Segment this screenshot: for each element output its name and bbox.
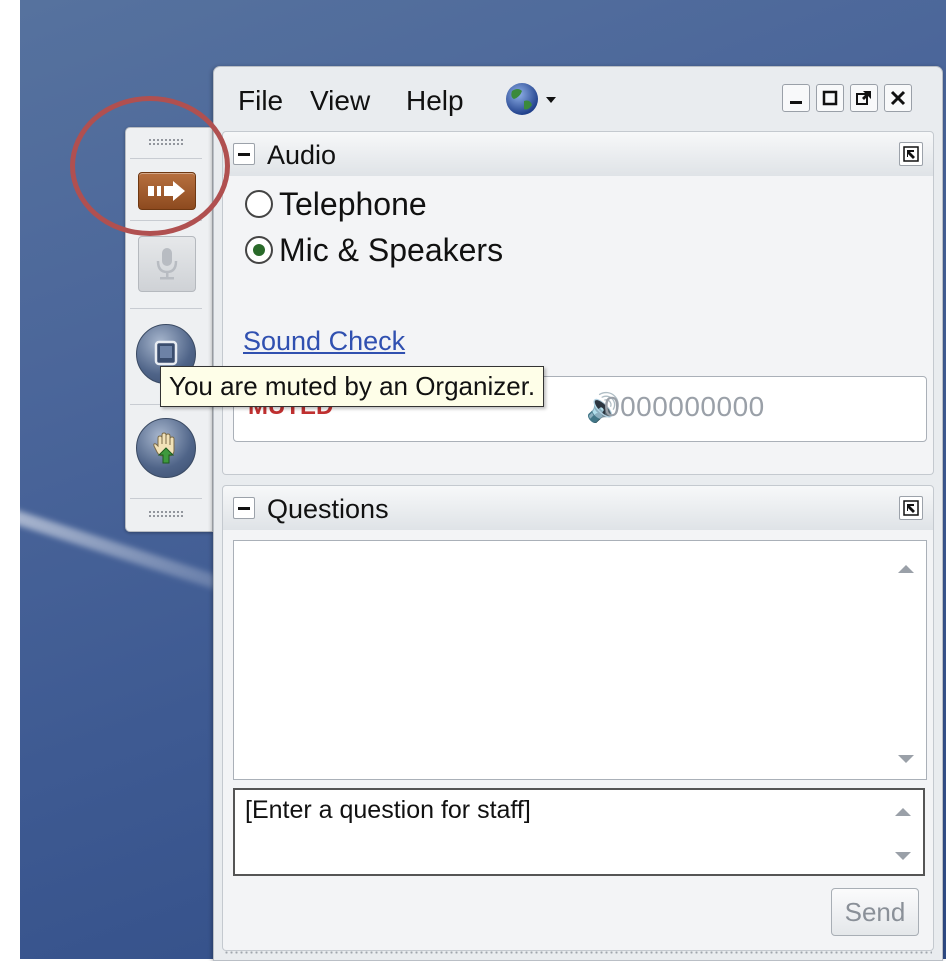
send-button[interactable]: Send (831, 888, 919, 936)
questions-popout-button[interactable] (899, 496, 923, 520)
panel-resize-grip[interactable] (224, 950, 932, 956)
raise-hand-button[interactable] (136, 418, 196, 478)
menu-view[interactable]: View (310, 85, 370, 117)
questions-pane-body: [Enter a question for staff] Send (222, 530, 934, 951)
question-input-field[interactable]: [Enter a question for staff] (233, 788, 925, 876)
telephone-label: Telephone (279, 186, 427, 222)
close-icon (890, 90, 906, 106)
minimize-icon (790, 101, 802, 104)
telephone-option[interactable]: Telephone (245, 186, 427, 223)
divider (130, 220, 202, 221)
grab-tab-grip-bottom[interactable] (148, 510, 184, 518)
menu-file[interactable]: File (238, 85, 283, 117)
raise-hand-icon (153, 432, 175, 464)
scroll-down-icon[interactable] (894, 747, 918, 769)
maximize-icon (822, 90, 838, 106)
audio-popout-button[interactable] (899, 142, 923, 166)
audio-pane-header: Audio (222, 131, 934, 177)
close-button[interactable] (884, 84, 912, 112)
grab-tab-toolbar[interactable] (125, 127, 213, 532)
microphone-button[interactable] (138, 236, 196, 292)
audio-level-readout: 0000000000 (604, 391, 765, 422)
scroll-up-icon[interactable] (891, 800, 915, 822)
minimize-button[interactable] (782, 84, 810, 112)
grab-tab-grip-top[interactable] (148, 138, 184, 146)
show-hide-arrow-icon (148, 181, 185, 201)
question-input-placeholder: [Enter a question for staff] (245, 796, 531, 824)
mic-speakers-radio[interactable] (245, 236, 273, 264)
questions-pane-title: Questions (267, 494, 389, 524)
divider (130, 308, 202, 309)
menu-help[interactable]: Help (406, 85, 464, 117)
divider (130, 498, 202, 499)
muted-tooltip: You are muted by an Organizer. (160, 366, 545, 407)
audio-collapse-button[interactable] (233, 143, 255, 165)
globe-icon[interactable] (504, 81, 564, 117)
telephone-radio[interactable] (245, 190, 273, 218)
audio-pane-title: Audio (267, 140, 337, 170)
show-hide-panel-button[interactable] (138, 172, 196, 210)
mic-speakers-label: Mic & Speakers (279, 232, 504, 268)
questions-collapse-button[interactable] (233, 497, 255, 519)
questions-pane-header: Questions (222, 485, 934, 531)
divider (130, 158, 202, 159)
questions-log[interactable] (233, 540, 927, 780)
audio-pane-body: Telephone Mic & Speakers Sound Check MUT… (222, 176, 934, 475)
mic-speakers-option[interactable]: Mic & Speakers (245, 232, 503, 269)
popout-icon (903, 146, 919, 162)
scroll-up-icon[interactable] (894, 557, 918, 579)
scroll-down-icon[interactable] (891, 844, 915, 866)
microphone-icon (156, 248, 178, 280)
menu-bar: File View Help (214, 67, 942, 129)
popout-icon (856, 91, 871, 105)
sound-check-link[interactable]: Sound Check (243, 326, 405, 357)
popout-button[interactable] (850, 84, 878, 112)
maximize-button[interactable] (816, 84, 844, 112)
control-panel: File View Help Audio Telephone Mic & Spe… (213, 66, 943, 961)
popout-icon (903, 500, 919, 516)
